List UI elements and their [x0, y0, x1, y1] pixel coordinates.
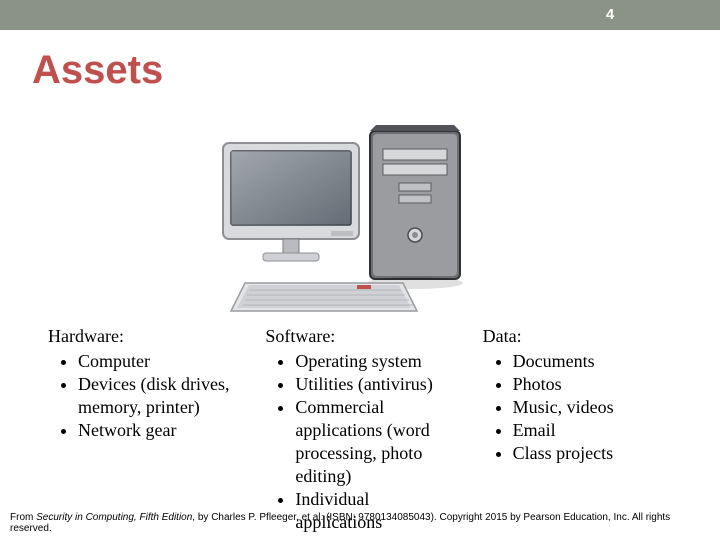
list-item: Music, videos — [513, 396, 672, 419]
footer-attribution: From Security in Computing, Fifth Editio… — [10, 512, 710, 534]
list-item: Utilities (antivirus) — [295, 373, 454, 396]
slide-title: Assets — [32, 48, 163, 93]
slide: 4 Assets — [0, 0, 720, 540]
column-list: Documents Photos Music, videos Email Cla… — [483, 350, 672, 465]
footer-prefix: From — [10, 512, 36, 523]
page-number: 4 — [500, 6, 720, 23]
column-list: Computer Devices (disk drives, memory, p… — [48, 350, 237, 442]
list-item: Email — [513, 419, 672, 442]
column-software: Software: Operating system Utilities (an… — [265, 325, 454, 534]
list-item: Class projects — [513, 442, 672, 465]
list-item: Commercial applications (word processing… — [295, 396, 454, 488]
list-item: Photos — [513, 373, 672, 396]
list-item: Network gear — [78, 419, 237, 442]
column-heading: Hardware: — [48, 325, 237, 348]
column-heading: Data: — [483, 325, 672, 348]
list-item: Operating system — [295, 350, 454, 373]
columns: Hardware: Computer Devices (disk drives,… — [48, 325, 672, 534]
column-data: Data: Documents Photos Music, videos Ema… — [483, 325, 672, 534]
computer-illustration — [205, 125, 490, 315]
column-heading: Software: — [265, 325, 454, 348]
list-item: Devices (disk drives, memory, printer) — [78, 373, 237, 419]
footer-book-title: Security in Computing, Fifth Edition — [36, 512, 192, 523]
list-item: Computer — [78, 350, 237, 373]
list-item: Documents — [513, 350, 672, 373]
column-list: Operating system Utilities (antivirus) C… — [265, 350, 454, 534]
top-bar: 4 — [0, 0, 720, 30]
column-hardware: Hardware: Computer Devices (disk drives,… — [48, 325, 237, 534]
